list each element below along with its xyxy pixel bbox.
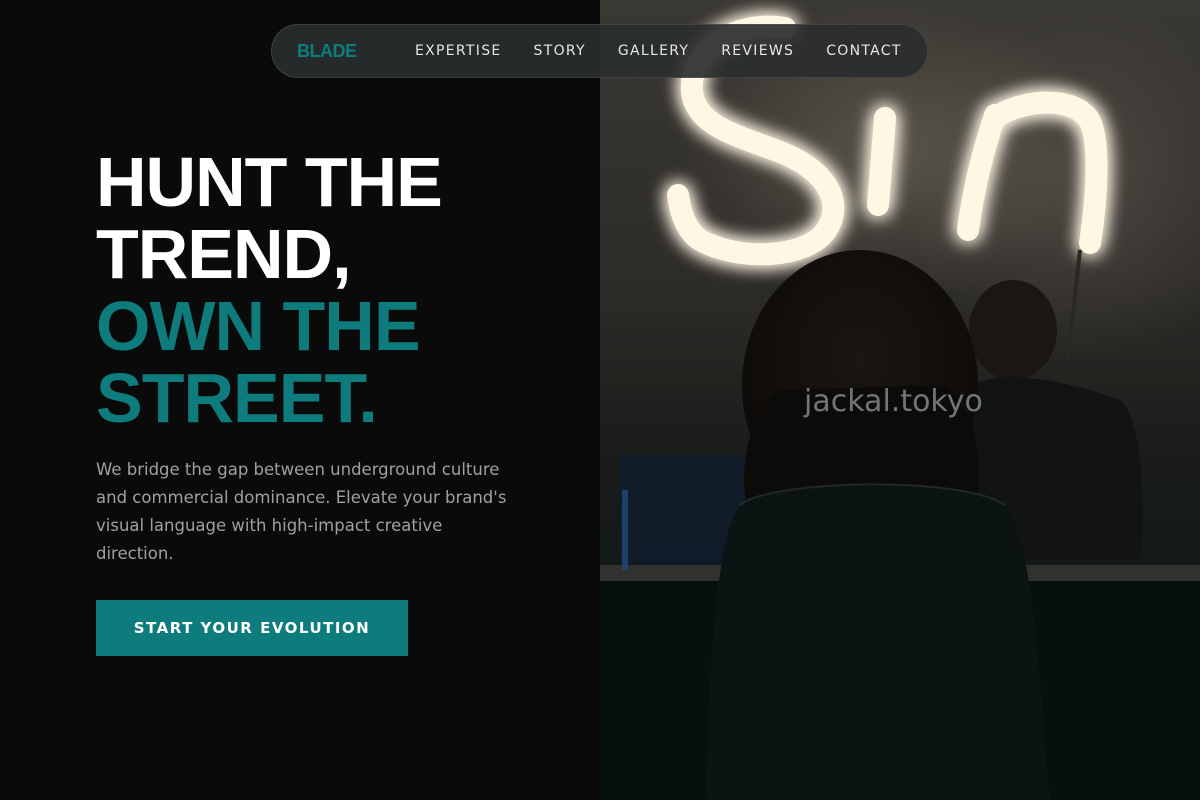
blue-light-strip xyxy=(622,490,628,570)
neon-letter-n-arch xyxy=(984,91,1108,254)
headline-line-2: TREND, xyxy=(96,215,352,293)
neon-letter-i xyxy=(867,107,896,216)
main-navigation: BLADE EXPERTISE STORY GALLERY REVIEWS CO… xyxy=(271,24,928,78)
neon-letter-n-stem xyxy=(957,104,1006,241)
nav-link-reviews[interactable]: REVIEWS xyxy=(721,43,794,59)
headline-accent-line-1: OWN THE xyxy=(96,287,421,365)
nav-link-story[interactable]: STORY xyxy=(534,43,586,59)
nav-link-contact[interactable]: CONTACT xyxy=(826,43,902,59)
brand-logo[interactable]: BLADE xyxy=(297,41,415,62)
headline-line-1: HUNT THE xyxy=(96,143,443,221)
image-watermark: jackal.tokyo xyxy=(804,384,983,419)
headline-accent-line-2: STREET. xyxy=(96,359,378,437)
hero-headline: HUNT THE TREND, OWN THE STREET. xyxy=(96,146,576,434)
start-evolution-button[interactable]: START YOUR EVOLUTION xyxy=(96,600,408,656)
hero-description: We bridge the gap between underground cu… xyxy=(96,460,507,563)
nav-link-gallery[interactable]: GALLERY xyxy=(618,43,689,59)
nav-link-expertise[interactable]: EXPERTISE xyxy=(415,43,502,59)
nav-links: EXPERTISE STORY GALLERY REVIEWS CONTACT xyxy=(415,43,902,59)
